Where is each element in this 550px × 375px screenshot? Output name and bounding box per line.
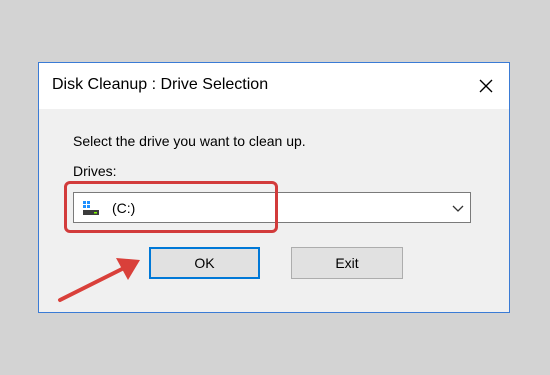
close-button[interactable] — [463, 63, 509, 109]
drive-highlight-box — [64, 181, 278, 233]
exit-button[interactable]: Exit — [291, 247, 403, 279]
dialog-body: Select the drive you want to clean up. D… — [39, 109, 509, 312]
chevron-down-icon[interactable] — [452, 202, 464, 214]
dialog-title: Disk Cleanup : Drive Selection — [52, 76, 269, 93]
instruction-text: Select the drive you want to clean up. — [73, 133, 306, 149]
ok-button[interactable]: OK — [149, 247, 260, 279]
title-bar: Disk Cleanup : Drive Selection — [39, 63, 509, 109]
disk-cleanup-dialog: Disk Cleanup : Drive Selection Select th… — [38, 62, 510, 313]
drives-label: Drives: — [73, 163, 117, 179]
close-icon — [479, 79, 493, 93]
